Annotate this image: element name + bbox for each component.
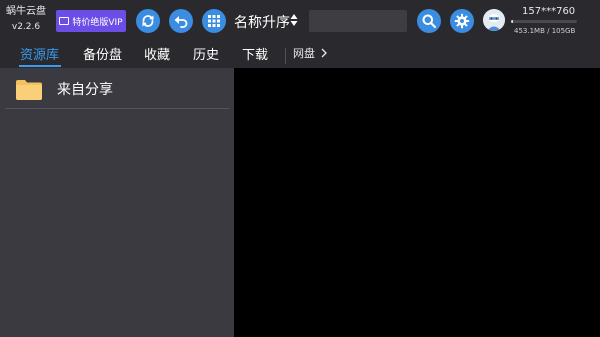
avatar[interactable] [483,9,505,31]
folder-label: 来自分享 [57,82,113,98]
sort-arrows-icon[interactable] [290,13,298,27]
undo-arrow-icon [174,16,188,28]
netdisk-label: 网盘 [293,47,315,60]
tab-downloads[interactable]: 下载 [242,44,268,63]
grid-view-button[interactable] [202,9,226,33]
vip-label: 特价绝版VIP [72,17,123,28]
tab-divider [285,48,286,64]
username: 157***760 [522,6,576,17]
sidebar: 来自分享 [0,68,234,337]
gear-icon [454,13,470,29]
storage-bar-fill [511,20,513,23]
preview-pane [234,68,600,337]
sort-dropdown[interactable]: 名称升序 [234,12,290,32]
app-title: 蜗牛云盘 [6,6,46,17]
avatar-icon [483,9,505,31]
search-button[interactable] [417,9,441,33]
search-input[interactable] [309,10,407,32]
settings-button[interactable] [450,9,474,33]
storage-usage: 453.1MB / 105GB [514,27,576,35]
tab-favorites[interactable]: 收藏 [144,44,170,63]
search-icon [422,14,437,29]
active-tab-indicator [19,65,61,67]
tab-bar: 资源库 备份盘 收藏 历史 下载 网盘 [0,40,600,68]
tab-history[interactable]: 历史 [193,44,219,63]
top-bar: 蜗牛云盘 v2.2.6 特价绝版VIP 名称升序 157***760 453.1… [0,0,600,40]
tab-backup[interactable]: 备份盘 [83,44,122,63]
app-version: v2.2.6 [11,22,41,32]
grid-view-icon [208,15,220,27]
refresh-button[interactable] [136,9,160,33]
vip-button[interactable]: 特价绝版VIP [56,10,126,32]
back-button[interactable] [169,9,193,33]
chevron-right-icon [321,48,327,58]
folder-item[interactable]: 来自分享 [5,68,229,109]
netdisk-breadcrumb[interactable]: 网盘 [293,45,327,61]
folder-icon [16,80,42,100]
tv-icon [59,17,70,25]
tab-library[interactable]: 资源库 [20,44,59,63]
refresh-icon [142,15,154,27]
storage-bar [511,20,577,23]
